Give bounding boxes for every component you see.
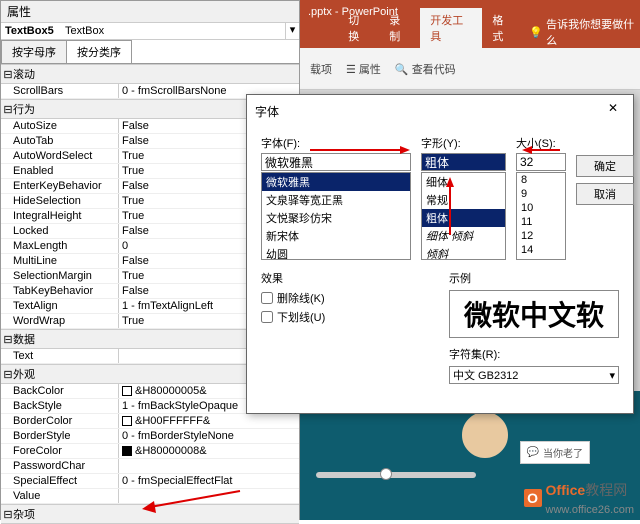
font-label: 字体(F): xyxy=(261,135,411,151)
list-item[interactable]: 10 xyxy=(517,201,565,215)
tell-me-hint[interactable]: 💡 告诉我你想要做什么 xyxy=(529,16,640,48)
tab-format[interactable]: 格式 xyxy=(482,8,523,48)
list-item[interactable]: 文泉驿等宽正黑 xyxy=(262,191,410,209)
list-item[interactable]: 新宋体 xyxy=(262,227,410,245)
sample-label: 示例 xyxy=(449,270,619,286)
size-listbox[interactable]: 8 9 10 11 12 14 16 xyxy=(516,172,566,260)
illustration-face xyxy=(460,410,510,460)
chevron-down-icon[interactable]: ▾ xyxy=(285,23,299,39)
size-label: 大小(S): xyxy=(516,135,566,151)
list-item[interactable]: 9 xyxy=(517,187,565,201)
font-input[interactable] xyxy=(261,153,411,171)
list-item[interactable]: 文悦聚珍仿宋 xyxy=(262,209,410,227)
list-item[interactable]: 8 xyxy=(517,173,565,187)
ppt-ribbon-tabs: 切换 录制 开发工具 格式 💡 告诉我你想要做什么 xyxy=(300,24,640,48)
slider-thumb[interactable] xyxy=(380,468,392,480)
object-selector[interactable]: TextBox5 TextBox ▾ xyxy=(1,23,299,40)
properties-title: 属性 xyxy=(1,1,299,23)
list-item[interactable]: 粗体 xyxy=(422,209,505,227)
cat-scroll: ⊟滚动 xyxy=(1,64,299,84)
strikethrough-checkbox[interactable]: 删除线(K) xyxy=(261,290,429,306)
tab-developer[interactable]: 开发工具 xyxy=(420,8,482,48)
lightbulb-icon: 💡 xyxy=(529,26,543,39)
underline-checkbox[interactable]: 下划线(U) xyxy=(261,309,429,325)
ppt-ribbon: 载项 ☰ 属性 🔍 查看代码 xyxy=(300,48,640,90)
collapse-icon[interactable]: ⊟ xyxy=(3,333,13,346)
chevron-down-icon: ▾ xyxy=(609,369,615,382)
list-item[interactable]: 常规 xyxy=(422,191,505,209)
style-input[interactable] xyxy=(421,153,506,171)
object-name: TextBox5 xyxy=(1,23,61,39)
charset-label: 字符集(R): xyxy=(449,346,619,362)
font-dialog: 字体 ✕ 字体(F): 微软雅黑 文泉驿等宽正黑 文悦聚珍仿宋 新宋体 幼圆 造… xyxy=(246,94,634,414)
list-item[interactable]: 微软雅黑 xyxy=(262,173,410,191)
list-item[interactable]: 幼圆 xyxy=(262,245,410,260)
size-input[interactable] xyxy=(516,153,566,171)
list-item[interactable]: 细体 xyxy=(422,173,505,191)
collapse-icon[interactable]: ⊟ xyxy=(3,508,13,521)
style-label: 字形(Y): xyxy=(421,135,506,151)
style-listbox[interactable]: 细体 常规 粗体 细体 倾斜 倾斜 粗偏斜体 xyxy=(421,172,506,260)
list-item[interactable]: 14 xyxy=(517,243,565,257)
watermark: O Office教程网www.office26.com xyxy=(524,480,634,516)
props-tabs: 按字母序 按分类序 xyxy=(1,40,299,64)
progress-slider[interactable] xyxy=(316,472,476,478)
collapse-icon[interactable]: ⊟ xyxy=(3,103,13,116)
list-item[interactable]: 倾斜 xyxy=(422,245,505,260)
collapse-icon[interactable]: ⊟ xyxy=(3,68,13,81)
ribbon-properties[interactable]: ☰ 属性 xyxy=(346,61,381,77)
comment-bubble: 💬 当你老了 xyxy=(520,441,590,464)
object-type: TextBox xyxy=(61,23,285,39)
office-logo-icon: O xyxy=(524,489,542,507)
cat-misc: ⊟杂项 xyxy=(1,504,299,524)
close-icon[interactable]: ✕ xyxy=(601,101,625,121)
powerpoint-window: .pptx - PowerPoint 切换 录制 开发工具 格式 💡 告诉我你想… xyxy=(300,0,640,90)
list-item[interactable]: 11 xyxy=(517,215,565,229)
sample-preview: 微软中文软 xyxy=(449,290,619,338)
charset-select[interactable]: 中文 GB2312 ▾ xyxy=(449,366,619,384)
dialog-title: 字体 xyxy=(255,103,279,120)
tab-transition[interactable]: 切换 xyxy=(338,8,379,48)
ok-button[interactable]: 确定 xyxy=(576,155,634,177)
tab-alphabetic[interactable]: 按字母序 xyxy=(1,40,67,63)
tab-record[interactable]: 录制 xyxy=(379,8,420,48)
effects-label: 效果 xyxy=(261,270,429,286)
dialog-titlebar: 字体 ✕ xyxy=(247,95,633,127)
ribbon-viewcode[interactable]: 🔍 查看代码 xyxy=(395,61,456,77)
list-item[interactable]: 16 xyxy=(517,257,565,260)
ribbon-addins[interactable]: 载项 xyxy=(310,61,332,77)
collapse-icon[interactable]: ⊟ xyxy=(3,368,13,381)
list-item[interactable]: 细体 倾斜 xyxy=(422,227,505,245)
font-listbox[interactable]: 微软雅黑 文泉驿等宽正黑 文悦聚珍仿宋 新宋体 幼圆 造字工房版黑（非商用） 造… xyxy=(261,172,411,260)
cancel-button[interactable]: 取消 xyxy=(576,183,634,205)
list-item[interactable]: 12 xyxy=(517,229,565,243)
tab-categorized[interactable]: 按分类序 xyxy=(66,40,132,63)
